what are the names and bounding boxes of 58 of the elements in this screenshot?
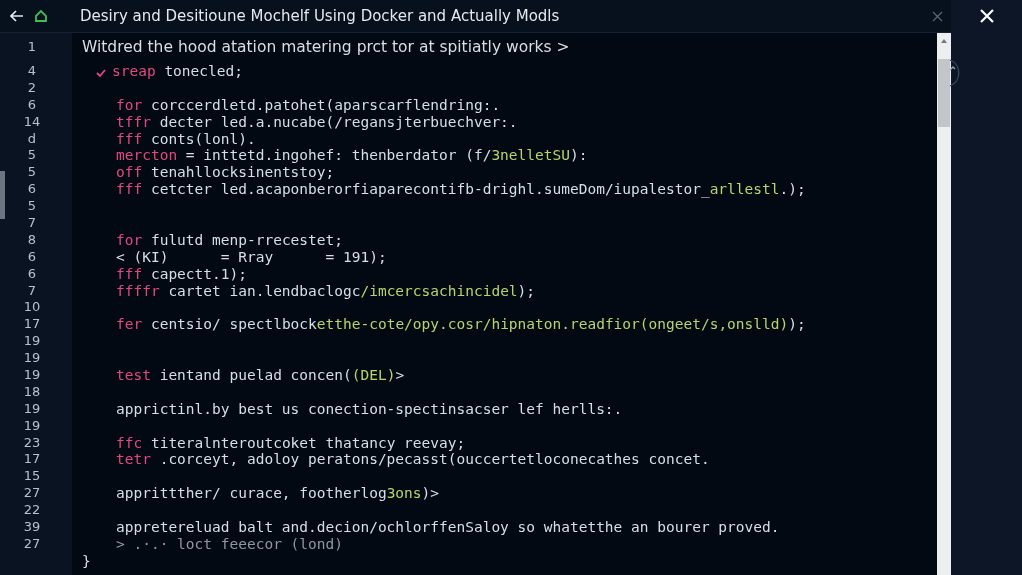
code-line: ffffr cartet ian.lendbaclogc/imcercsachincidel); (116, 282, 536, 300)
line-number: 5 (26, 147, 38, 165)
line-number: d (26, 130, 38, 148)
line-number: 5 (26, 164, 38, 182)
scrollbar-thumb[interactable] (938, 59, 950, 127)
line-number: 6 (26, 181, 38, 199)
line-number: 6 (26, 96, 38, 114)
line-number: 19 (22, 400, 42, 418)
line-number: 7 (26, 282, 38, 300)
code-line: fff conts(lonl). (116, 130, 256, 148)
code-line: test ientand puelad concen((DEL)> (116, 367, 405, 384)
line-number: 19 (22, 417, 42, 435)
back-arrow-icon[interactable] (10, 10, 24, 22)
code-line: for corccerdletd.patohet(aparscarflendring:. (116, 96, 501, 114)
line-number: 10 (22, 299, 42, 317)
line-number: 27 (22, 535, 42, 553)
code-line: > .·.· loct feeecor (lond) (116, 535, 343, 553)
line-number: 15 (22, 468, 42, 486)
home-icon[interactable] (34, 9, 48, 23)
line-number: 19 (22, 350, 42, 368)
code-line: fff cetcter led.acaponberorfiaparecontifb-drighl.sumeDom/iupalestor_arllestl.); (116, 181, 806, 199)
code-line: sreap tonecled; (112, 63, 243, 80)
line-number: 1 (26, 39, 38, 56)
line-number: 19 (22, 367, 42, 384)
line-number: 7 (26, 215, 38, 232)
code-line: < (KI) = Rray = 191); (116, 248, 387, 266)
code-line: fff capectt.1); (116, 265, 247, 283)
code-line: appretereluad balt and.decion/ochlorffenSaloy so whatetthe an bourer proved. (116, 519, 780, 536)
scroll-up-arrow-icon[interactable] (941, 39, 947, 43)
code-line: tetr .corceyt, adoloy peratons/pecasst(ouccertetloconecathes concet. (116, 451, 710, 469)
line-number: 2 (26, 79, 38, 97)
code-line: apprittther/ curace, footherlog3ons)> (116, 485, 439, 503)
line-number: 39 (22, 519, 42, 536)
line-number: 4 (26, 63, 38, 80)
code-line: Witdred the hood atation matering prct tor at spitiatly works > (82, 39, 570, 56)
line-number: 19 (22, 333, 42, 351)
line-number: 17 (22, 451, 42, 469)
code-line: tffr decter led.a.nucabe(/regansjterbuechver:. (116, 113, 518, 131)
code-line: for fulutd menp-rrecestet; (116, 231, 343, 249)
line-number: 22 (22, 502, 42, 520)
code-line: } (82, 552, 91, 570)
scroll-indicator (0, 171, 5, 219)
code-line: off tenahllocksinentstoy; (116, 164, 335, 182)
window-title: Desiry and Desitioune Mochelf Using Docker and Actually Modls (79, 7, 561, 25)
line-number: 5 (26, 198, 38, 215)
scrollbar[interactable] (937, 33, 951, 575)
code-line: apprictinl.by best us conection-spectinsacser lef herlls:. (116, 400, 623, 418)
line-number: 18 (22, 383, 42, 401)
line-number: 6 (26, 248, 38, 266)
code-line: fer centsio/ spectlbocketthe-cote/opy.cosr/hipnaton.readfior(ongeet/s,onslld)); (116, 316, 806, 334)
code-line: ffc titeralnteroutcoket thatancy reevay; (116, 434, 466, 452)
line-number: 8 (26, 231, 38, 249)
line-number: 14 (22, 113, 42, 131)
line-number: 27 (22, 485, 42, 503)
line-number: 17 (22, 316, 42, 334)
code-line: mercton = inttetd.ingohef: thenberdator (f/3nelletSU): (116, 147, 588, 165)
line-number: 6 (26, 265, 38, 283)
line-number: 23 (22, 434, 42, 452)
